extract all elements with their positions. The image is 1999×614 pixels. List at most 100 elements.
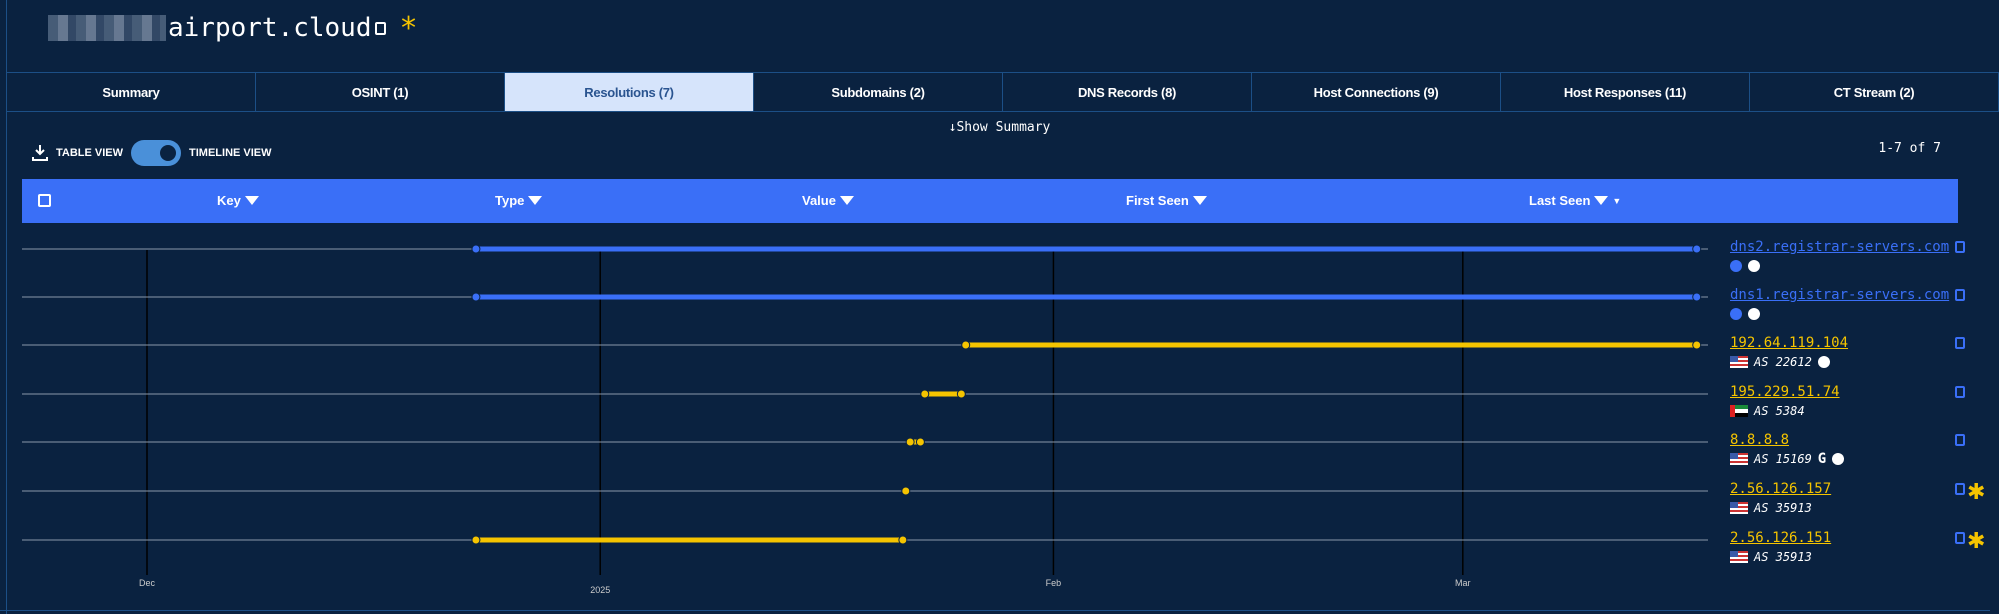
blue-flame-icon [1730, 308, 1742, 320]
column-first-seen-label: First Seen [1126, 193, 1189, 208]
filter-icon[interactable] [528, 196, 543, 205]
row-value-link[interactable]: 8.8.8.8 [1730, 432, 1789, 448]
column-first-seen[interactable]: First Seen [1126, 193, 1207, 208]
last-seen-point[interactable] [898, 535, 908, 545]
asn: AS 15169 [1754, 452, 1812, 466]
copy-icon[interactable] [1955, 532, 1965, 544]
star-icon[interactable]: * [400, 11, 418, 46]
row-meta: AS 35913 [1730, 500, 1831, 516]
first-seen-point[interactable] [471, 244, 481, 254]
row-meta: AS 15169 G [1730, 451, 1845, 467]
tab-host[interactable]: Host Connections (9) [1252, 73, 1501, 111]
star-icon[interactable]: ✱ [1967, 530, 1985, 552]
tab-bar: Summary OSINT (1) Resolutions (7) Subdomain… [7, 72, 1999, 112]
flag-us-icon [1730, 453, 1748, 465]
last-seen-point[interactable] [1692, 244, 1702, 254]
white-flame-icon [1748, 308, 1760, 320]
toolbar: TABLE VIEW TIMELINE VIEW [32, 140, 272, 166]
tab-resolutions[interactable]: Resolutions (7) [505, 73, 754, 111]
bottom-divider [0, 610, 1990, 611]
google-icon: G [1817, 451, 1827, 467]
flag-us-icon [1730, 356, 1748, 368]
first-seen-point[interactable] [961, 340, 971, 350]
row-value-link[interactable]: 195.229.51.74 [1730, 384, 1840, 400]
row-label: dns2.registrar-servers.com [1730, 239, 1949, 274]
blue-flame-icon [1730, 260, 1742, 272]
star-icon[interactable]: ✱ [1967, 481, 1985, 503]
row-meta [1730, 306, 1949, 322]
flag-us-icon [1730, 502, 1748, 514]
last-seen-point[interactable] [915, 437, 925, 447]
first-seen-point[interactable] [920, 389, 930, 399]
copy-icon[interactable] [374, 21, 386, 35]
flag-us-icon [1730, 551, 1748, 563]
row-value-link[interactable]: 2.56.126.157 [1730, 481, 1831, 497]
filter-icon[interactable] [1594, 196, 1609, 205]
download-icon[interactable] [32, 144, 48, 162]
row-value-link[interactable]: 2.56.126.151 [1730, 530, 1831, 546]
row-meta [1730, 258, 1949, 274]
filter-icon[interactable] [839, 196, 854, 205]
copy-icon[interactable] [1955, 483, 1965, 495]
filter-icon[interactable] [244, 196, 259, 205]
asn: AS 35913 [1754, 550, 1812, 564]
asn: AS 22612 [1754, 355, 1812, 369]
last-seen-point[interactable] [1692, 340, 1702, 350]
table-header: Key Type Value First Seen Last Seen ▼ [22, 179, 1958, 223]
first-seen-point[interactable] [471, 535, 481, 545]
asn: AS 5384 [1754, 404, 1805, 418]
column-type[interactable]: Type [495, 193, 543, 208]
column-type-label: Type [495, 193, 525, 208]
tab-summary[interactable]: Summary [7, 73, 256, 111]
copy-icon[interactable] [1955, 386, 1965, 398]
tick-label: Dec [139, 578, 156, 588]
tab-osint[interactable]: OSINT (1) [256, 73, 505, 111]
show-summary-link[interactable]: ↓Show Summary [0, 120, 1999, 135]
column-key[interactable]: Key [217, 193, 259, 208]
row-label: 2.56.126.151 AS 35913 [1730, 530, 1831, 565]
last-seen-point[interactable] [956, 389, 966, 399]
last-seen-point[interactable] [1692, 292, 1702, 302]
white-flame-icon [1832, 453, 1845, 465]
pagination-count: 1-7 of 7 [1878, 141, 1941, 156]
page-title: airport.cloud * [48, 10, 418, 46]
tab-subdomains[interactable]: Subdomains (2) [754, 73, 1003, 111]
white-flame-icon [1817, 356, 1830, 368]
copy-icon[interactable] [1955, 241, 1965, 253]
flag-ae-icon [1730, 405, 1748, 417]
column-last-seen[interactable]: Last Seen ▼ [1529, 193, 1621, 208]
row-value-link[interactable]: dns2.registrar-servers.com [1730, 239, 1949, 255]
row-label: 8.8.8.8 AS 15169 G [1730, 432, 1845, 467]
sort-desc-icon[interactable]: ▼ [1612, 196, 1621, 206]
column-last-seen-label: Last Seen [1529, 193, 1591, 208]
domain-name: airport.cloud [168, 13, 372, 43]
copy-icon[interactable] [1955, 337, 1965, 349]
tab-ct[interactable]: CT Stream (2) [1750, 73, 1999, 111]
table-view-label[interactable]: TABLE VIEW [56, 147, 123, 159]
first-seen-point[interactable] [905, 437, 915, 447]
column-key-label: Key [217, 193, 241, 208]
copy-icon[interactable] [1955, 289, 1965, 301]
timeline-view-label[interactable]: TIMELINE VIEW [189, 147, 272, 159]
select-all-checkbox[interactable] [38, 194, 51, 207]
first-seen-point[interactable] [901, 486, 911, 496]
tab-host[interactable]: Host Responses (11) [1501, 73, 1750, 111]
tab-dns[interactable]: DNS Records (8) [1003, 73, 1252, 111]
row-label: 2.56.126.157 AS 35913 [1730, 481, 1831, 516]
row-value-link[interactable]: dns1.registrar-servers.com [1730, 287, 1949, 303]
column-value-label: Value [802, 193, 836, 208]
timeline-chart: Dec 2025 Feb Mar [22, 244, 1708, 595]
white-flame-icon [1748, 260, 1760, 272]
tick-label: Feb [1046, 578, 1062, 588]
copy-icon[interactable] [1955, 434, 1965, 446]
first-seen-point[interactable] [471, 292, 481, 302]
column-value[interactable]: Value [802, 193, 854, 208]
row-label: 192.64.119.104 AS 22612 [1730, 335, 1848, 370]
redacted-text [48, 15, 166, 41]
tick-label: Mar [1455, 578, 1471, 588]
row-meta: AS 22612 [1730, 354, 1848, 370]
filter-icon[interactable] [1192, 196, 1207, 205]
view-toggle[interactable] [131, 140, 182, 166]
row-value-link[interactable]: 192.64.119.104 [1730, 335, 1848, 351]
tick-label: 2025 [590, 585, 610, 595]
